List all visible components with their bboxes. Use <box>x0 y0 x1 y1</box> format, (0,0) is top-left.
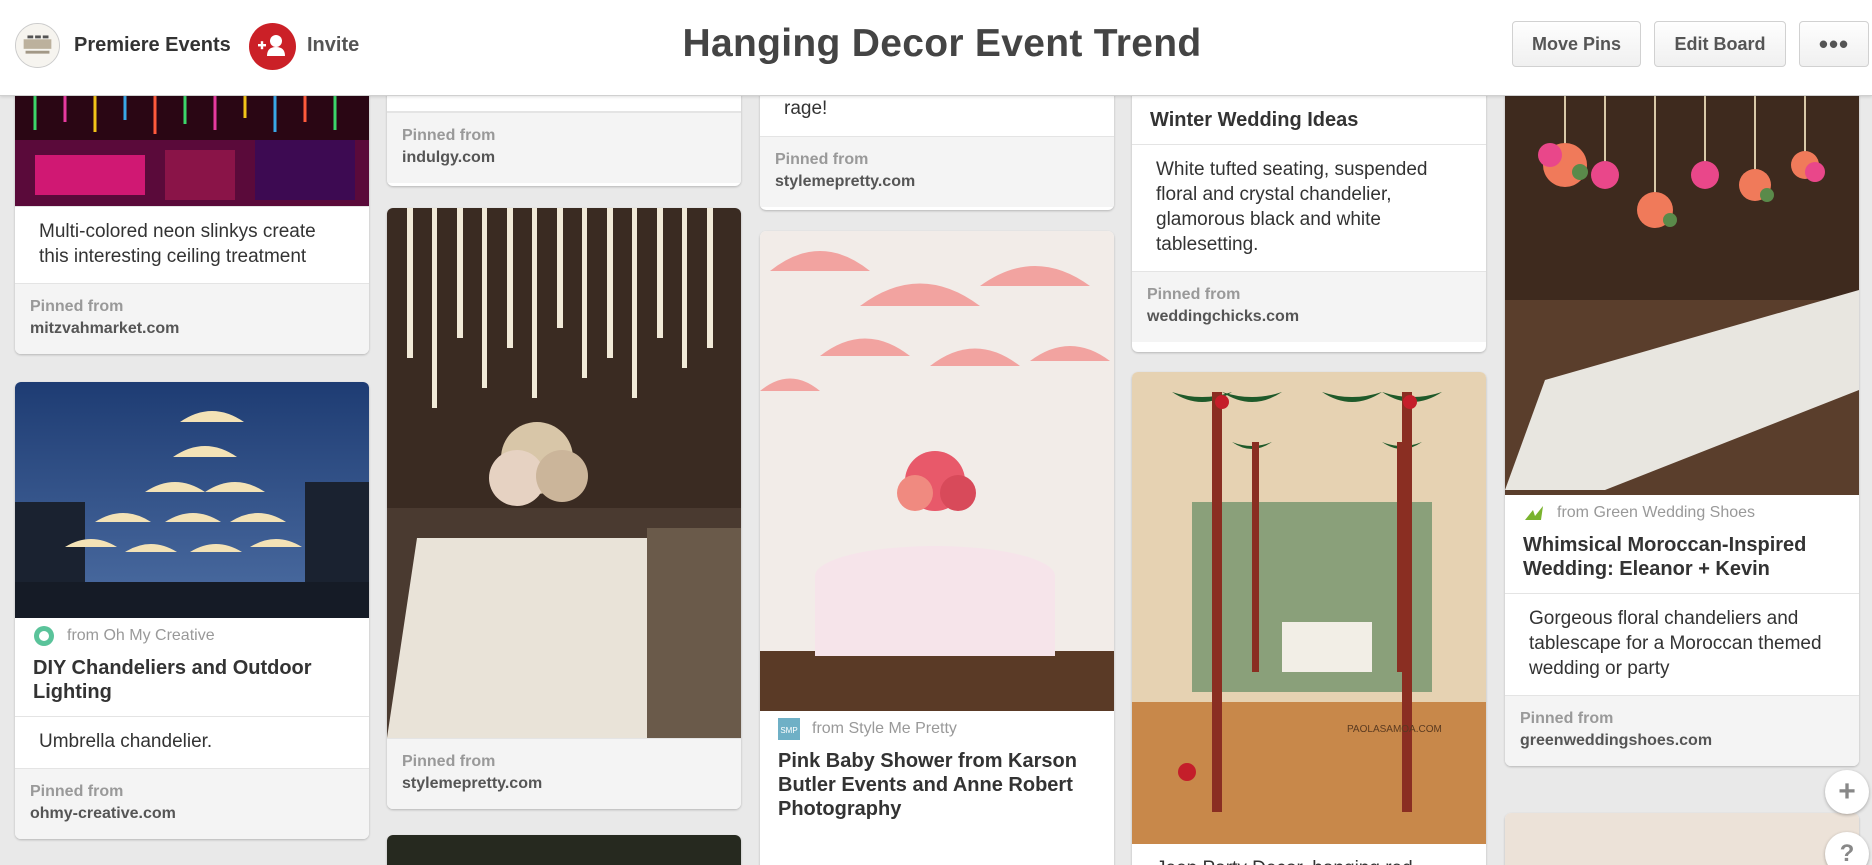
pinned-from-label: Pinned from <box>30 783 124 800</box>
pin-card[interactable] <box>387 835 741 865</box>
pin-source-domain[interactable]: weddingchicks.com <box>1147 306 1471 328</box>
pin-card[interactable]: Multi-colored neon slinkys create this i… <box>15 60 369 354</box>
pin-source-domain[interactable]: ohmy-creative.com <box>30 803 354 825</box>
pinned-from-label: Pinned from <box>30 298 124 315</box>
help-button[interactable]: ? <box>1825 832 1869 865</box>
pin-card[interactable]: Winter Wedding Ideas White tufted seatin… <box>1132 60 1486 352</box>
pin-description: Gorgeous floral chandeliers and tablesca… <box>1505 593 1859 695</box>
pin-image[interactable] <box>1505 813 1859 865</box>
pin-description: Umbrella chandelier. <box>15 716 369 768</box>
oh-my-creative-icon <box>34 626 54 646</box>
pinned-from-label: Pinned from <box>1147 286 1241 303</box>
board-header: Premiere Events Invite Hanging Decor Eve… <box>0 0 1872 96</box>
pin-image-palm-room[interactable]: PAOLASAMOA.COM <box>1132 372 1486 844</box>
pin-source[interactable]: from Green Wedding Shoes <box>1505 495 1859 531</box>
board-title: Hanging Decor Event Trend <box>682 22 1202 65</box>
pin-card[interactable]: from Green Wedding Shoes Whimsical Moroc… <box>1505 60 1859 766</box>
pin-attribution[interactable]: Pinned from mitzvahmarket.com <box>15 283 369 354</box>
pin-attribution[interactable]: Pinned from ohmy-creative.com <box>15 768 369 839</box>
pinned-from-label: Pinned from <box>1520 710 1614 727</box>
pin-image[interactable] <box>387 835 741 865</box>
pin-source-domain[interactable]: stylemepretty.com <box>402 773 726 795</box>
pin-description: White tufted seating, suspended floral a… <box>1132 144 1486 271</box>
pin-card[interactable] <box>1505 813 1859 865</box>
edit-board-button[interactable]: Edit Board <box>1654 21 1786 67</box>
more-options-button[interactable]: ••• <box>1799 21 1869 67</box>
pin-card[interactable]: Pinned from stylemepretty.com <box>387 208 741 809</box>
move-pins-button[interactable]: Move Pins <box>1512 21 1641 67</box>
pin-title[interactable]: DIY Chandeliers and Outdoor Lighting <box>15 654 369 716</box>
pin-card[interactable]: from Oh My Creative DIY Chandeliers and … <box>15 382 369 839</box>
owner-name[interactable]: Premiere Events <box>74 34 231 57</box>
svg-text:SMP: SMP <box>780 726 797 735</box>
add-user-icon <box>258 35 285 56</box>
pin-source-text: from Oh My Creative <box>67 627 215 644</box>
pin-image-hanging-florals[interactable] <box>387 208 741 738</box>
pin-source-domain[interactable]: greenweddingshoes.com <box>1520 730 1844 752</box>
pin-source-text: from Green Wedding Shoes <box>1557 504 1756 521</box>
pin-card[interactable]: PAOLASAMOA.COM Jeep Party Decor, hanging… <box>1132 372 1486 865</box>
invite-button[interactable] <box>249 23 296 70</box>
owner-avatar[interactable] <box>15 23 60 68</box>
pin-source-domain[interactable]: mitzvahmarket.com <box>30 318 354 340</box>
pin-source-domain[interactable]: indulgy.com <box>402 147 726 169</box>
pin-description: Jeep Party Decor, hanging red <box>1132 844 1486 865</box>
green-wedding-shoes-icon <box>1525 506 1543 520</box>
pin-source-text: from Style Me Pretty <box>812 720 957 737</box>
pinned-from-label: Pinned from <box>402 127 496 144</box>
photo-watermark: PAOLASAMOA.COM <box>1347 724 1442 735</box>
pin-description: Multi-colored neon slinkys create this i… <box>15 206 369 283</box>
pinned-from-label: Pinned from <box>775 151 869 168</box>
pin-title[interactable]: Pink Baby Shower from Karson Butler Even… <box>760 747 1114 833</box>
pin-card[interactable]: SMP from Style Me Pretty Pink Baby Showe… <box>760 231 1114 865</box>
pin-attribution[interactable]: Pinned from greenweddingshoes.com <box>1505 695 1859 766</box>
pin-source[interactable]: from Oh My Creative <box>15 618 369 654</box>
pin-attribution[interactable]: Pinned from stylemepretty.com <box>387 738 741 809</box>
pin-attribution[interactable]: Pinned from stylemepretty.com <box>760 136 1114 207</box>
add-pin-button[interactable]: + <box>1825 770 1869 814</box>
pin-source-domain[interactable]: stylemepretty.com <box>775 171 1099 193</box>
invite-label[interactable]: Invite <box>307 34 359 57</box>
pin-image-moroccan-wedding[interactable] <box>1505 60 1859 495</box>
pin-attribution[interactable]: Pinned from weddingchicks.com <box>1132 271 1486 342</box>
pin-source[interactable]: SMP from Style Me Pretty <box>760 711 1114 747</box>
pin-title[interactable]: Whimsical Moroccan-Inspired Wedding: Ele… <box>1505 531 1859 593</box>
pin-attribution[interactable]: Pinned from indulgy.com <box>387 112 741 183</box>
pin-image-umbrella-chandelier[interactable] <box>15 382 369 618</box>
pin-image-pink-umbrellas[interactable] <box>760 231 1114 711</box>
pinned-from-label: Pinned from <box>402 753 496 770</box>
style-me-pretty-icon: SMP <box>778 718 800 740</box>
